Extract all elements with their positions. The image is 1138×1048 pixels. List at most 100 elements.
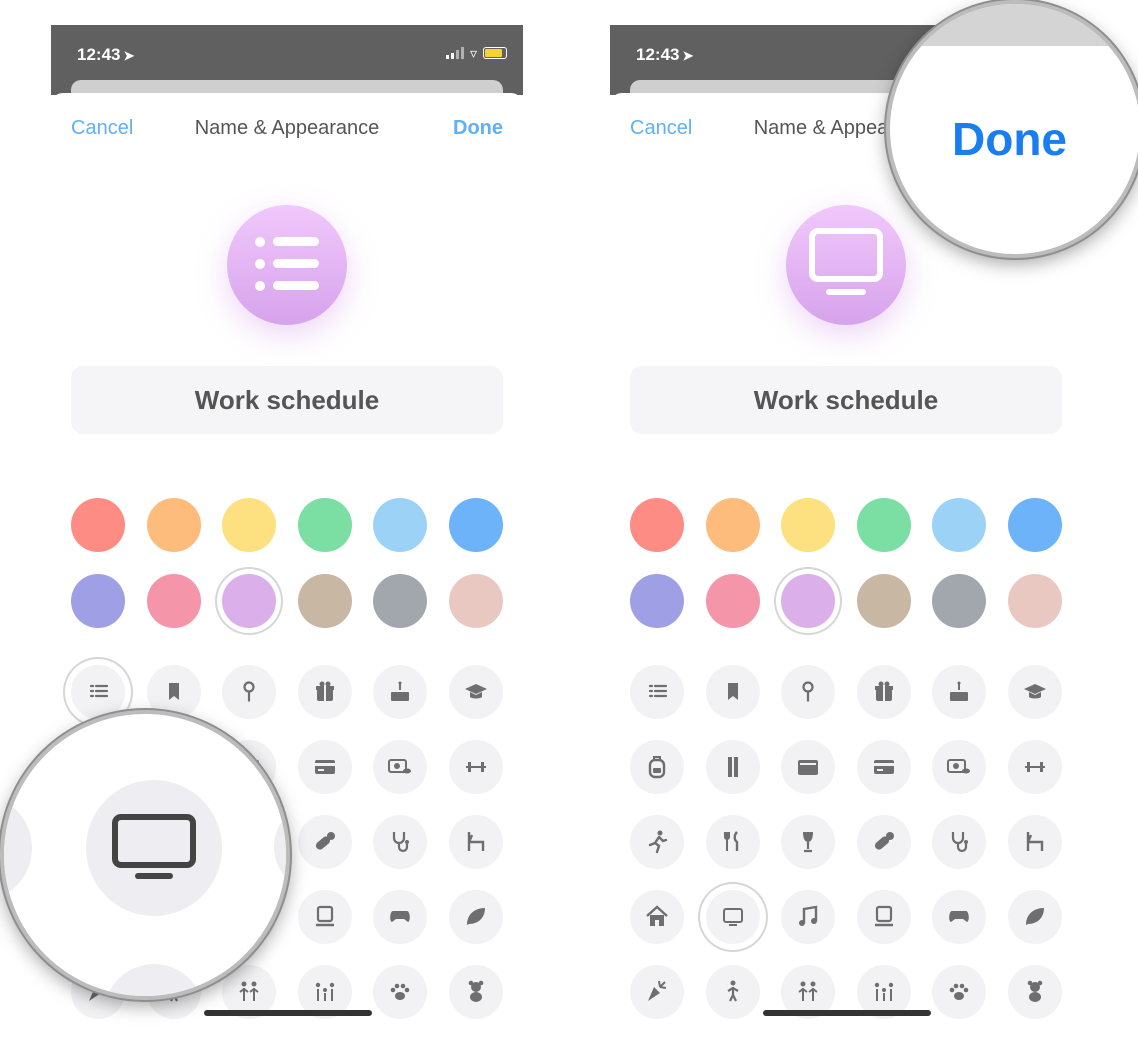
teddy-bear-icon — [1027, 980, 1043, 1002]
icon-option-chair[interactable] — [1008, 815, 1062, 869]
icon-option-house[interactable] — [630, 890, 684, 944]
icon-option-dumbbell[interactable] — [449, 740, 503, 794]
list-icon — [255, 237, 319, 291]
tv-icon-magnified[interactable] — [86, 780, 222, 916]
done-button-magnified[interactable]: Done — [952, 112, 1067, 166]
wine-glass-icon — [803, 832, 814, 853]
color-swatch[interactable] — [1008, 574, 1062, 628]
color-swatch[interactable] — [705, 574, 760, 628]
list-name-field[interactable]: Work schedule — [630, 366, 1062, 434]
icon-option-gift[interactable] — [297, 665, 352, 719]
icon-option-computer[interactable] — [297, 890, 352, 944]
color-swatch[interactable] — [630, 574, 684, 628]
icon-option-teddy-bear[interactable] — [1008, 965, 1062, 1019]
icon-option-runner[interactable] — [630, 815, 684, 869]
icon-option-credit-card[interactable] — [297, 740, 352, 794]
color-swatch[interactable] — [146, 574, 201, 628]
icon-option-dumbbell[interactable] — [1008, 740, 1062, 794]
nav-bar: Name & Appearance Cancel Done — [51, 117, 523, 147]
color-swatch[interactable] — [1008, 498, 1062, 552]
icon-option-money[interactable] — [373, 740, 428, 794]
color-swatch[interactable] — [781, 574, 836, 628]
icon-option-stethoscope[interactable] — [373, 815, 428, 869]
icon-option-paw[interactable] — [932, 965, 987, 1019]
cake-icon — [950, 681, 969, 701]
color-swatch[interactable] — [705, 498, 760, 552]
tv-icon — [722, 908, 743, 926]
ruler-pencil-icon — [727, 757, 738, 777]
cancel-button[interactable]: Cancel — [630, 117, 692, 140]
icon-option-wine-glass[interactable] — [781, 815, 836, 869]
icon-option-pill[interactable] — [297, 815, 352, 869]
magnified-adjacent-icon — [104, 964, 204, 996]
icon-option-fork-knife[interactable] — [705, 815, 760, 869]
gamepad-icon — [949, 911, 970, 922]
color-swatch[interactable] — [856, 574, 911, 628]
icon-option-wallet[interactable] — [781, 740, 836, 794]
teddy-bear-icon — [468, 980, 484, 1002]
color-swatch[interactable] — [222, 574, 277, 628]
icon-option-money[interactable] — [932, 740, 987, 794]
color-swatch[interactable] — [781, 498, 836, 552]
icon-option-carrot[interactable] — [630, 965, 684, 1019]
icon-option-credit-card[interactable] — [856, 740, 911, 794]
color-swatch[interactable] — [71, 498, 125, 552]
dumbbell-icon — [1025, 762, 1045, 772]
list-name-field[interactable]: Work schedule — [71, 366, 503, 434]
credit-card-icon — [873, 760, 894, 774]
color-swatch[interactable] — [449, 498, 503, 552]
icon-option-stethoscope[interactable] — [932, 815, 987, 869]
color-swatch[interactable] — [373, 574, 428, 628]
icon-option-backpack[interactable] — [630, 740, 684, 794]
color-swatch[interactable] — [630, 498, 684, 552]
icon-option-gift[interactable] — [856, 665, 911, 719]
icon-option-pin[interactable] — [222, 665, 277, 719]
icon-option-cake[interactable] — [373, 665, 428, 719]
color-swatch[interactable] — [932, 574, 987, 628]
music-note-icon — [799, 905, 818, 926]
leaf-icon — [467, 908, 485, 925]
family-icon — [315, 982, 334, 1001]
icon-option-graduation-cap[interactable] — [1008, 665, 1062, 719]
icon-option-paw[interactable] — [373, 965, 428, 1019]
icon-option-teddy-bear[interactable] — [449, 965, 503, 1019]
icon-option-list[interactable] — [630, 665, 684, 719]
cancel-button[interactable]: Cancel — [71, 117, 133, 140]
color-swatch[interactable] — [932, 498, 987, 552]
magnified-status-bar — [890, 4, 1138, 46]
chair-icon — [467, 832, 485, 851]
color-swatch[interactable] — [449, 574, 503, 628]
color-swatch[interactable] — [222, 498, 277, 552]
icon-option-cake[interactable] — [932, 665, 987, 719]
icon-option-chair[interactable] — [449, 815, 503, 869]
color-swatch[interactable] — [856, 498, 911, 552]
magnifier-done-button: Done — [886, 0, 1138, 258]
person-icon — [727, 980, 739, 1002]
icon-option-list[interactable] — [71, 665, 125, 719]
pin-icon — [243, 681, 255, 702]
icon-option-pin[interactable] — [781, 665, 836, 719]
color-swatch[interactable] — [297, 498, 352, 552]
icon-option-bookmark[interactable] — [705, 665, 760, 719]
icon-option-tv[interactable] — [705, 890, 760, 944]
color-swatch[interactable] — [297, 574, 352, 628]
color-swatch[interactable] — [146, 498, 201, 552]
icon-option-person[interactable] — [705, 965, 760, 1019]
icon-option-leaf[interactable] — [449, 890, 503, 944]
icon-option-pill[interactable] — [856, 815, 911, 869]
color-swatch[interactable] — [373, 498, 428, 552]
done-button[interactable]: Done — [453, 117, 503, 140]
list-preview-icon — [786, 205, 906, 325]
color-swatch[interactable] — [71, 574, 125, 628]
icon-option-leaf[interactable] — [1008, 890, 1062, 944]
list-preview-icon — [227, 205, 347, 325]
wallet-icon — [798, 760, 819, 775]
icon-option-computer[interactable] — [856, 890, 911, 944]
icon-option-ruler-pencil[interactable] — [705, 740, 760, 794]
icon-option-music-note[interactable] — [781, 890, 836, 944]
icon-option-gamepad[interactable] — [373, 890, 428, 944]
icon-option-graduation-cap[interactable] — [449, 665, 503, 719]
icon-option-gamepad[interactable] — [932, 890, 987, 944]
bookmark-icon — [727, 683, 738, 700]
status-time: 12:43 ➤ — [77, 45, 135, 64]
